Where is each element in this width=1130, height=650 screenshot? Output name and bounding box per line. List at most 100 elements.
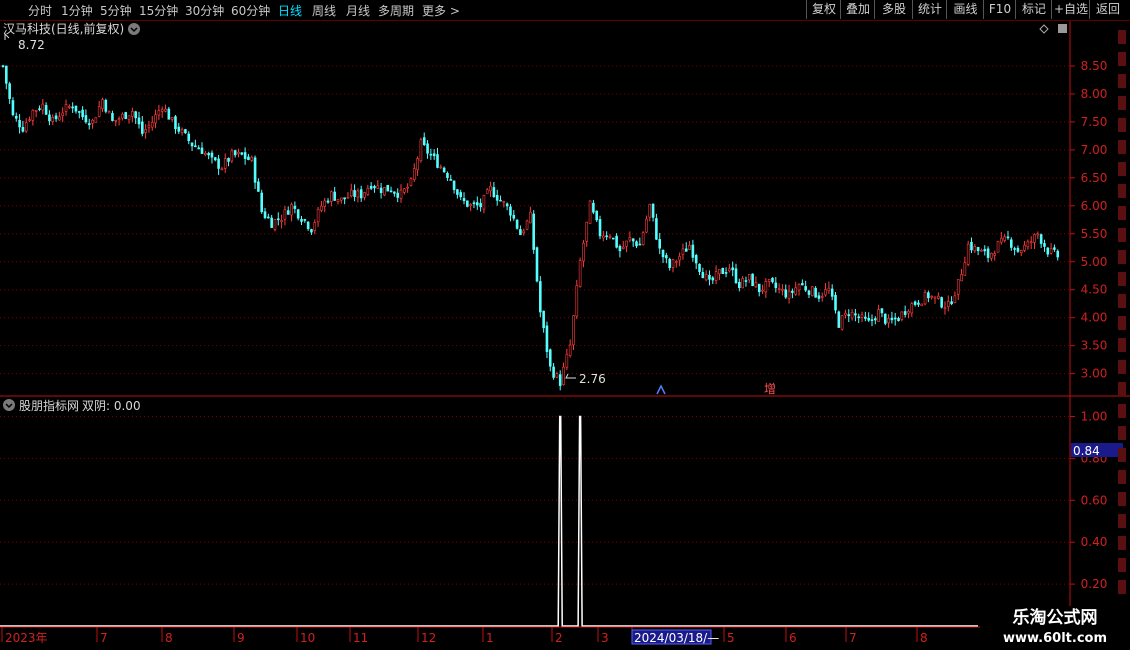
date-tick-label: 2023年	[5, 631, 48, 645]
candle-body	[797, 284, 801, 291]
candle-body	[754, 282, 758, 288]
candle-body	[306, 221, 310, 229]
candle-body	[64, 104, 68, 112]
candle	[917, 300, 920, 308]
candle	[452, 180, 456, 194]
candle-body	[74, 105, 78, 112]
period-tab-0[interactable]: 分时	[28, 2, 52, 19]
candle-body	[333, 191, 336, 201]
candle	[1019, 249, 1023, 257]
candle-body	[439, 166, 443, 169]
toolbar-action-7[interactable]: +自选	[1051, 0, 1090, 19]
candle	[953, 291, 957, 304]
candle	[117, 116, 121, 126]
candle	[459, 189, 463, 201]
right-edge-block	[1118, 382, 1126, 396]
candle	[787, 284, 791, 304]
indicator-tick-label: 1.00	[1081, 409, 1108, 423]
candle-body	[170, 116, 174, 120]
candle-body	[11, 100, 15, 116]
indicator-panel-title: 股朋指标网	[19, 398, 79, 413]
date-tick-label: 12	[421, 631, 436, 645]
candle	[472, 200, 476, 209]
candle-body	[937, 295, 940, 299]
period-tab-6[interactable]: 日线	[278, 2, 302, 19]
period-tab-10[interactable]: 更多 >	[422, 2, 460, 19]
candle-body	[635, 241, 638, 247]
period-tab-8[interactable]: 月线	[346, 2, 370, 19]
candle	[1, 64, 5, 68]
candle-body	[194, 145, 197, 148]
candle-body	[58, 116, 61, 121]
candle	[34, 109, 38, 118]
candle-body	[887, 318, 890, 324]
candle-body	[469, 204, 472, 207]
date-tick-label: 7	[100, 631, 108, 645]
candle	[767, 278, 771, 288]
candle-body	[820, 296, 824, 298]
candle	[429, 148, 433, 160]
candle-body	[406, 186, 409, 189]
candle-body	[419, 139, 423, 161]
period-tab-3[interactable]: 15分钟	[139, 2, 178, 19]
candle-body	[41, 103, 45, 111]
candle-body	[449, 179, 453, 181]
candle	[263, 207, 267, 220]
toolbar-action-0[interactable]: 复权	[806, 0, 841, 19]
candle	[207, 151, 210, 160]
candle	[966, 240, 970, 267]
candle	[933, 296, 937, 304]
candle-body	[923, 292, 927, 305]
toolbar-action-3[interactable]: 统计	[912, 0, 947, 19]
candle	[1003, 234, 1006, 243]
candle-body	[356, 190, 360, 198]
candle-body	[263, 211, 267, 219]
candle-body	[81, 109, 84, 118]
kline-chart[interactable]: 8.50 8.00 7.50 7.00 6.50 6.00 5.50 5.00 4.50 4.00…	[0, 0, 1130, 650]
candle	[824, 283, 827, 297]
candle-body	[648, 204, 652, 218]
candle	[817, 292, 821, 302]
candle-body	[930, 295, 933, 298]
period-tab-4[interactable]: 30分钟	[185, 2, 224, 19]
period-tab-1[interactable]: 1分钟	[61, 2, 93, 19]
price-tick-label: 6.50	[1081, 171, 1108, 185]
period-tab-7[interactable]: 周线	[312, 2, 336, 19]
right-edge-block	[1118, 250, 1126, 264]
candle	[572, 314, 575, 351]
toolbar-action-8[interactable]: 返回	[1089, 0, 1126, 19]
toolbar-action-2[interactable]: 多股	[874, 0, 913, 19]
candle	[618, 244, 622, 258]
candle-body	[548, 349, 552, 367]
candle	[416, 156, 419, 176]
candle-body	[870, 319, 874, 321]
period-tab-9[interactable]: 多周期	[378, 2, 414, 19]
candle	[973, 244, 977, 253]
date-tick-label: 11	[353, 631, 368, 645]
candle-body	[1036, 233, 1040, 236]
candle	[960, 269, 963, 282]
candle-body	[883, 313, 887, 324]
period-tab-5[interactable]: 60分钟	[231, 2, 270, 19]
toolbar-action-5[interactable]: F10	[983, 0, 1016, 19]
candle	[754, 276, 758, 288]
candle-body	[121, 113, 124, 119]
signal-line	[0, 415, 978, 627]
candle	[684, 242, 688, 252]
candle	[605, 231, 608, 241]
toolbar-action-1[interactable]: 叠加	[840, 0, 875, 19]
toolbar-action-6[interactable]: 标记	[1015, 0, 1052, 19]
period-tab-2[interactable]: 5分钟	[100, 2, 132, 19]
candle	[406, 183, 409, 193]
candle	[8, 81, 11, 104]
candle-body	[436, 154, 439, 168]
toolbar-action-4[interactable]: 画线	[946, 0, 984, 19]
candle	[611, 237, 615, 240]
candle-body	[946, 301, 950, 307]
candle-body	[993, 253, 997, 256]
candle	[708, 270, 711, 286]
candle-body	[366, 188, 370, 195]
candle-body	[87, 123, 91, 126]
candle	[820, 292, 824, 302]
candle-body	[588, 200, 592, 224]
